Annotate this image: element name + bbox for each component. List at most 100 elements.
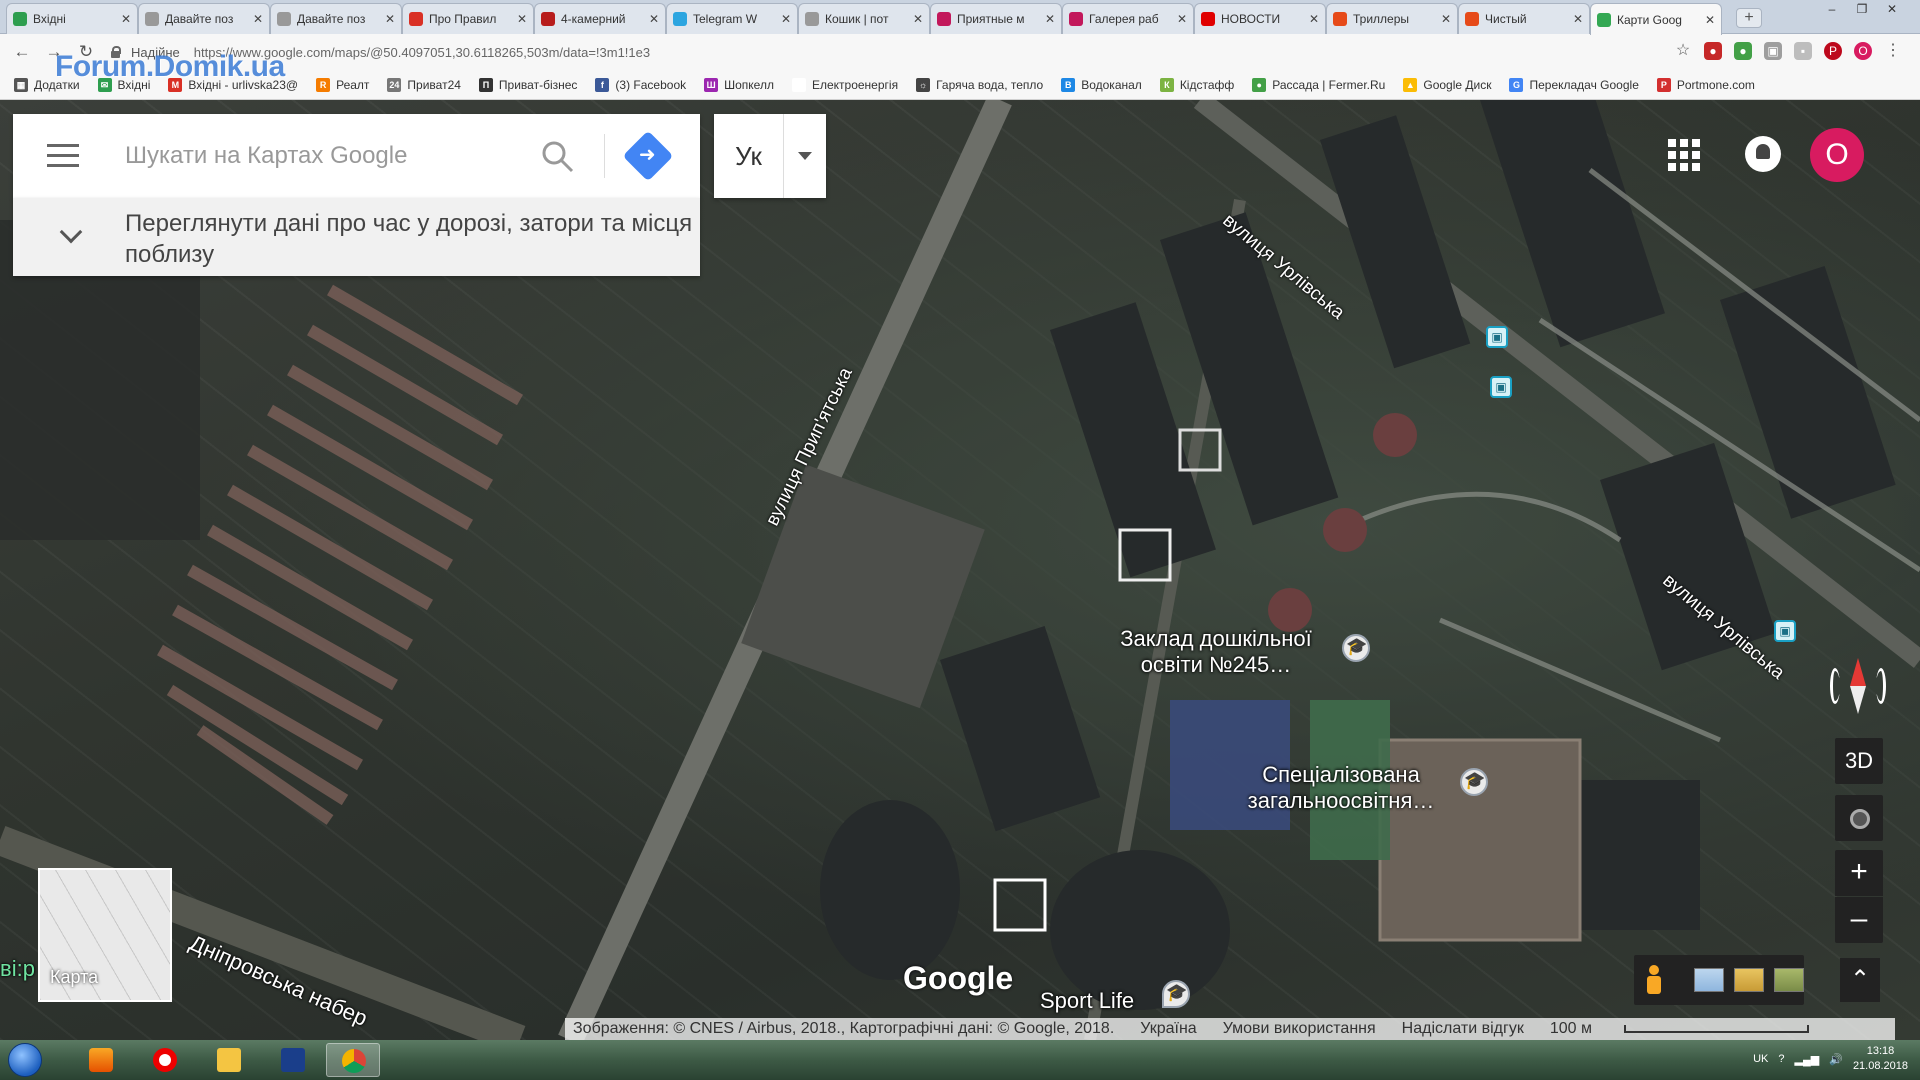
tab-close-icon[interactable]: ✕ [121, 12, 131, 26]
tab-close-icon[interactable]: ✕ [385, 12, 395, 26]
bookmark-item[interactable]: ☼ Гаряча вода, тепло [916, 77, 1043, 92]
tab-close-icon[interactable]: ✕ [1309, 12, 1319, 26]
browser-tab[interactable]: НОВОСТИ ✕ [1194, 3, 1326, 34]
chrome-icon[interactable] [326, 1043, 380, 1077]
media-player-icon[interactable] [74, 1043, 128, 1077]
map-type-switcher[interactable]: Карта [38, 868, 172, 1002]
browser-tab[interactable]: Чистый ✕ [1458, 3, 1590, 34]
maximize-window-icon[interactable]: ❐ [1848, 0, 1876, 20]
language-selector[interactable]: Ук [714, 114, 826, 198]
bookmark-item[interactable]: 24 Приват24 [387, 77, 461, 92]
account-avatar[interactable]: O [1810, 128, 1864, 182]
directions-icon[interactable] [622, 130, 674, 182]
browser-tab[interactable]: 4-камерний ✕ [534, 3, 666, 34]
back-icon[interactable]: ← [12, 42, 32, 62]
opera-icon[interactable] [138, 1043, 192, 1077]
extension-green-icon[interactable]: ● [1734, 42, 1752, 60]
new-tab-button[interactable]: + [1736, 8, 1762, 28]
bookmark-item[interactable]: f (3) Facebook [595, 77, 686, 92]
bookmark-item[interactable]: G Перекладач Google [1509, 77, 1639, 92]
chevron-down-icon[interactable] [59, 220, 83, 244]
bookmark-item[interactable]: В Водоканал [1061, 77, 1142, 92]
bus-stop-icon[interactable]: ▣ [1486, 326, 1508, 348]
search-input[interactable] [125, 132, 525, 180]
tab-close-icon[interactable]: ✕ [781, 12, 791, 26]
google-apps-icon[interactable] [1668, 139, 1700, 171]
menu-dots-icon[interactable]: ⋮ [1884, 42, 1902, 60]
school-pin-icon[interactable] [1342, 634, 1370, 662]
bookmark-item[interactable]: П Приват-бізнес [478, 77, 577, 92]
browser-tab[interactable]: Триллеры ✕ [1326, 3, 1458, 34]
feedback-link[interactable]: Надіслати відгук [1402, 1020, 1524, 1038]
input-language[interactable]: UK [1753, 1053, 1768, 1065]
terms-link[interactable]: Умови використання [1223, 1020, 1376, 1038]
browser-tab[interactable]: Кошик | пот ✕ [798, 3, 930, 34]
profile-icon[interactable]: O [1854, 42, 1872, 60]
tab-close-icon[interactable]: ✕ [1441, 12, 1451, 26]
browser-tab[interactable]: Давайте поз ✕ [270, 3, 402, 34]
app-pm-icon[interactable] [266, 1043, 320, 1077]
place-pin-icon[interactable] [1162, 980, 1190, 1008]
browser-tab[interactable]: Галерея раб ✕ [1062, 3, 1194, 34]
street-view-pegman-icon[interactable] [1646, 965, 1662, 995]
search-icon[interactable] [541, 140, 575, 174]
zoom-out-button[interactable]: – [1835, 897, 1883, 943]
poi-sport-label[interactable]: Sport Life [1040, 988, 1160, 1014]
help-icon[interactable]: ? [1778, 1053, 1784, 1065]
volume-icon[interactable]: 🔊 [1829, 1053, 1843, 1066]
bus-stop-icon[interactable]: ▣ [1774, 620, 1796, 642]
bookmark-item[interactable]: Ш Шопкелл [704, 77, 774, 92]
tab-close-icon[interactable]: ✕ [517, 12, 527, 26]
bookmark-item[interactable]: P Portmone.com [1656, 77, 1755, 92]
tab-close-icon[interactable]: ✕ [1573, 12, 1583, 26]
extension-gray-icon[interactable]: ▣ [1764, 42, 1782, 60]
browser-tab[interactable]: Карти Goog ✕ [1590, 3, 1722, 35]
tab-close-icon[interactable]: ✕ [1705, 13, 1715, 27]
tab-close-icon[interactable]: ✕ [253, 12, 263, 26]
layer-thumb-terrain[interactable] [1734, 968, 1764, 992]
school-pin-icon[interactable] [1460, 768, 1488, 796]
extension-lock-icon[interactable]: ▪ [1794, 42, 1812, 60]
notifications-bell-icon[interactable] [1745, 136, 1781, 172]
bookmark-star-icon[interactable]: ☆ [1674, 42, 1692, 60]
3d-button[interactable]: 3D [1835, 738, 1883, 784]
adblock-icon[interactable]: ● [1704, 42, 1722, 60]
layer-thumb-blue[interactable] [1694, 968, 1724, 992]
bookmark-item[interactable]: К Кідстафф [1159, 77, 1234, 92]
layer-thumb-satellite[interactable] [1774, 968, 1804, 992]
address-bar[interactable]: Надійне https://www.google.com/maps/@50.… [110, 39, 1700, 65]
country-link[interactable]: Україна [1140, 1020, 1196, 1038]
my-location-icon[interactable] [1835, 795, 1883, 841]
tab-close-icon[interactable]: ✕ [1177, 12, 1187, 26]
bookmark-item[interactable]: ▲ Google Диск [1403, 77, 1491, 92]
scale-label[interactable]: 100 м [1550, 1020, 1835, 1038]
clock-time: 13:18 [1866, 1045, 1895, 1057]
bookmark-item[interactable]: ● Рассада | Fermer.Ru [1252, 77, 1385, 92]
traffic-panel[interactable]: Переглянути дані про час у дорозі, затор… [13, 198, 700, 276]
bookmark-item[interactable]: R Реалт [316, 77, 369, 92]
tab-close-icon[interactable]: ✕ [649, 12, 659, 26]
expand-up-icon[interactable]: ⌃ [1840, 958, 1880, 1002]
browser-tab[interactable]: Вхідні ✕ [6, 3, 138, 34]
dropdown-arrow-icon[interactable] [798, 152, 812, 160]
pinterest-icon[interactable]: P [1824, 42, 1842, 60]
start-button-icon[interactable] [8, 1043, 42, 1077]
tab-close-icon[interactable]: ✕ [1045, 12, 1055, 26]
zoom-in-button[interactable]: + [1835, 850, 1883, 896]
poi-kindergarten-label[interactable]: Заклад дошкільної освіти №245… [1096, 626, 1336, 678]
clock[interactable]: 13:18 21.08.2018 [1853, 1044, 1908, 1074]
menu-icon[interactable] [47, 144, 79, 168]
poi-school-label[interactable]: Спеціалізована загальноосвітня… [1226, 762, 1456, 814]
browser-tab[interactable]: Про Правил ✕ [402, 3, 534, 34]
close-window-icon[interactable]: ✕ [1878, 0, 1906, 20]
minimize-window-icon[interactable]: – [1818, 0, 1846, 20]
browser-tab[interactable]: Приятные м ✕ [930, 3, 1062, 34]
bus-stop-icon[interactable]: ▣ [1490, 376, 1512, 398]
file-explorer-icon[interactable] [202, 1043, 256, 1077]
browser-tab[interactable]: Telegram W ✕ [666, 3, 798, 34]
bookmark-item[interactable]: Електроенергія [791, 77, 898, 92]
network-icon[interactable]: ▂▄▆ [1795, 1053, 1820, 1066]
tab-close-icon[interactable]: ✕ [913, 12, 923, 26]
compass-icon[interactable] [1830, 652, 1886, 722]
browser-tab[interactable]: Давайте поз ✕ [138, 3, 270, 34]
